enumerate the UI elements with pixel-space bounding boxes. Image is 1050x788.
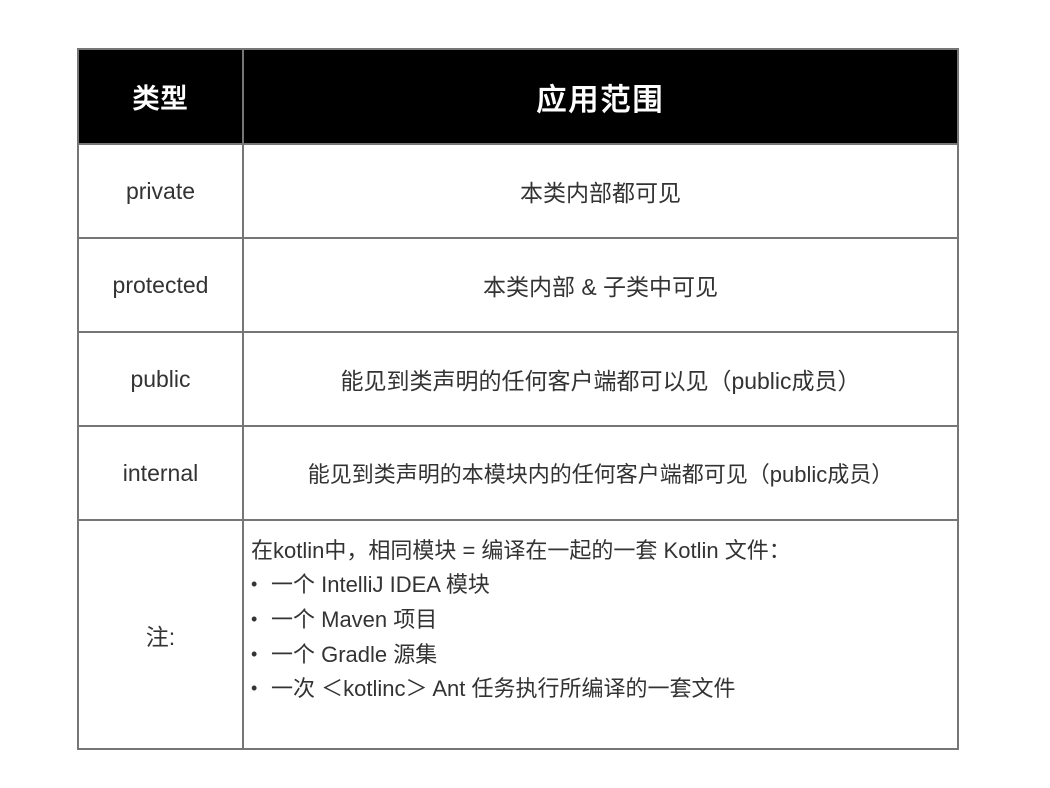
page-canvas: 类型 应用范围 private 本类内部都可见 protected 本类内部 &…: [0, 0, 1050, 788]
table-row: internal 能见到类声明的本模块内的任何客户端都可见（public成员）: [77, 425, 959, 521]
cell-scope-private: 本类内部都可见: [242, 143, 959, 239]
list-item: 一次 ＜kotlinc＞ Ant 任务执行所编译的一套文件: [251, 672, 949, 707]
list-item: 一个 Gradle 源集: [251, 638, 949, 673]
table-row: protected 本类内部 & 子类中可见: [77, 237, 959, 333]
header-row: 类型 应用范围: [77, 48, 959, 145]
cell-type-private: private: [77, 143, 244, 239]
cell-note-label: 注:: [77, 519, 244, 750]
cell-scope-internal: 能见到类声明的本模块内的任何客户端都可见（public成员）: [242, 425, 959, 521]
column-header-type: 类型: [77, 48, 244, 145]
column-header-scope: 应用范围: [242, 48, 959, 145]
table-row: public 能见到类声明的任何客户端都可以见（public成员）: [77, 331, 959, 427]
cell-scope-protected: 本类内部 & 子类中可见: [242, 237, 959, 333]
table-header: 类型 应用范围: [77, 48, 959, 145]
cell-scope-public: 能见到类声明的任何客户端都可以见（public成员）: [242, 331, 959, 427]
table-body: private 本类内部都可见 protected 本类内部 & 子类中可见 p…: [77, 143, 959, 750]
visibility-modifiers-table: 类型 应用范围 private 本类内部都可见 protected 本类内部 &…: [77, 48, 959, 750]
cell-note-body: 在kotlin中，相同模块 = 编译在一起的一套 Kotlin 文件： 一个 I…: [242, 519, 959, 750]
list-item: 一个 IntelliJ IDEA 模块: [251, 568, 949, 603]
note-heading: 在kotlin中，相同模块 = 编译在一起的一套 Kotlin 文件：: [251, 538, 791, 563]
table-row-note: 注: 在kotlin中，相同模块 = 编译在一起的一套 Kotlin 文件： 一…: [77, 519, 959, 750]
list-item: 一个 Maven 项目: [251, 603, 949, 638]
table-row: private 本类内部都可见: [77, 143, 959, 239]
cell-type-protected: protected: [77, 237, 244, 333]
cell-type-internal: internal: [77, 425, 244, 521]
note-bullet-list: 一个 IntelliJ IDEA 模块 一个 Maven 项目 一个 Gradl…: [251, 568, 949, 707]
cell-type-public: public: [77, 331, 244, 427]
